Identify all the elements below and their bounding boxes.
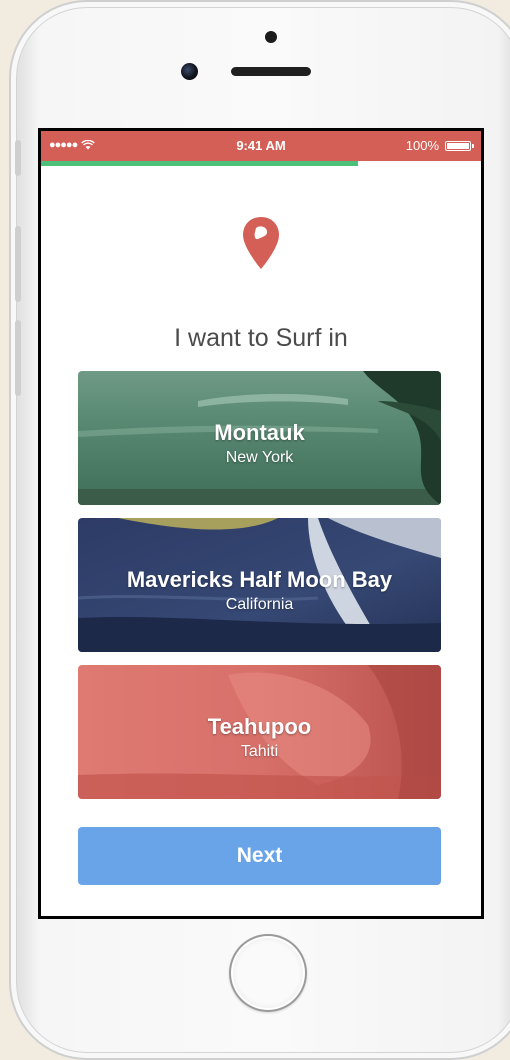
- next-button[interactable]: Next: [78, 827, 441, 885]
- battery-percent: 100%: [405, 138, 439, 153]
- location-name: Mavericks Half Moon Bay: [126, 567, 393, 592]
- battery-icon: [445, 140, 474, 151]
- page-heading: I want to Surf in: [174, 323, 348, 352]
- status-right: 100%: [405, 138, 474, 153]
- earpiece-speaker: [231, 67, 311, 76]
- app-screen: ●●●●● 9:41 AM 100% I want to Surf in Mon…: [41, 131, 481, 916]
- proximity-sensor: [265, 31, 277, 43]
- location-card-montauk[interactable]: Montauk New York: [78, 371, 441, 505]
- location-name: Teahupoo: [207, 714, 312, 739]
- location-region: Tahiti: [240, 743, 279, 760]
- location-card-teahupoo[interactable]: Teahupoo Tahiti: [78, 665, 441, 799]
- status-bar: ●●●●● 9:41 AM 100%: [41, 131, 481, 161]
- mute-switch: [15, 140, 21, 176]
- front-camera: [181, 63, 198, 80]
- onboarding-progress: [41, 161, 481, 166]
- progress-fill: [41, 161, 358, 166]
- location-region: California: [225, 596, 294, 613]
- location-region: New York: [225, 449, 294, 466]
- location-card-mavericks[interactable]: Mavericks Half Moon Bay California: [78, 518, 441, 652]
- location-name: Montauk: [214, 420, 305, 445]
- location-pin-icon: [243, 217, 279, 269]
- volume-down-button: [15, 320, 21, 396]
- screen-bezel: ●●●●● 9:41 AM 100% I want to Surf in Mon…: [38, 128, 484, 919]
- volume-up-button: [15, 226, 21, 302]
- home-button[interactable]: [229, 934, 307, 1012]
